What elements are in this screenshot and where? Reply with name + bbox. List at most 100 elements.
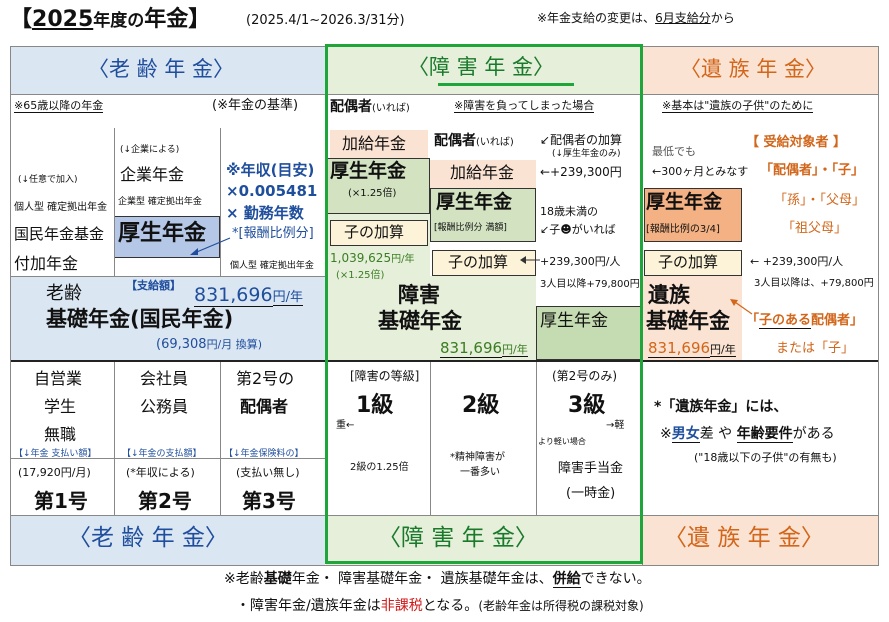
right-ko-amount: ← +239,300円/人 [750,255,844,268]
target-1: 「配偶者」・「子」 [760,163,865,178]
income-years: × 勤務年数 [226,204,304,222]
survivor-months: ←300ヶ月とみなす [652,165,749,178]
target-title: 【 受給対象者 】 [746,135,847,150]
grade-1-note: 2級の1.25倍 [350,462,409,473]
right-ko-amount-2: 3人目以降は、+79,800円 [754,278,874,289]
income-ratio: *[報酬比例分] [232,226,314,241]
heavy-label: 重← [336,420,355,431]
cat1-l3: 無職 [44,425,77,444]
right-kosei: 厚生年金 [646,191,723,213]
amount-a: 1,039,625円/年 [330,251,415,265]
pay-amount: 831,696円/年 [194,284,303,307]
disability-basic-l2: 基礎年金 [378,309,462,333]
arrow-left-icon [520,256,540,264]
cat1-num: 第1号 [34,489,88,513]
col1-note: (↓任意で加入) [18,175,78,185]
income-factor: ×0.005481 [226,182,318,200]
income-label: ※年収(目安) [226,161,315,179]
spouse-label: 配偶者(いれば) [330,99,410,115]
child-l2: ↙子☻がいれば [540,223,616,236]
spouse2-label: 配偶者(いれば) [434,133,514,149]
title-note: ※年金支給の変更は、6月支給分から [537,11,735,25]
eligibility-l1: *「遺族年金」には、 [654,399,788,415]
header-disability: 〈障 害 年 金〉 [408,55,555,79]
page-title: 【2025年度の年金】 [10,7,211,32]
footer-note-2: ・障害年金/遺族年金は非課税となる。(老齢年金は所得税の課税対象) [236,598,644,614]
ko-kasan-b: 子の加算 [448,253,509,271]
footer-survivor: 〈遺 族 年 金〉 [664,525,824,551]
right-ko-kasan: 子の加算 [658,253,719,271]
left-sub-note: ※65歳以降の年金 [14,99,104,114]
teate-note: (一時金) [566,486,616,501]
child-l1: 18歳未満の [540,205,598,218]
child-amount-2: 3人目以降+79,800円 [540,279,640,290]
col2-r1: 企業年金 [120,165,185,184]
cat1-pay-label: 【↓年金 支払い額】 [14,449,97,459]
cat2-pay-label: 【↓年金の支払額】 [122,449,202,459]
kakyu-a: 加給年金 [342,134,407,153]
disability-basic-l1: 障害 [398,283,440,307]
disability-note: ※障害を負ってしまった場合 [454,99,595,114]
grade-2: 2級 [462,393,500,418]
col1-r3: 付加年金 [14,254,79,273]
grade-2-note-l2: 一番多い [460,467,500,478]
ko-kasan-a: 子の加算 [344,223,405,241]
header-survivor: 〈遺 族 年 金〉 [680,57,827,81]
footer-old-age: 〈老 齢 年 金〉 [68,525,228,551]
title-period: (2025.4/1~2026.3/31分) [246,13,405,28]
kosei-a: 厚生年金 [330,160,407,182]
cat3-l1: 第2号の [236,369,295,388]
kosei-b: 厚生年金 [436,191,513,213]
cat3-l2: 配偶者 [240,397,289,416]
col1-r1: 個人型 確定拠出年金 [14,202,108,213]
col2-r2: 企業型 確定拠出年金 [118,197,202,207]
amount-a-note: (×1.25倍) [336,270,385,281]
teate: 障害手当金 [558,461,624,476]
survivor-note: ※基本は"遺族の子供"のために [662,99,814,114]
kosei-a-note: (×1.25倍) [348,188,397,199]
grade-label: [障害の等級] [350,369,420,383]
grade-2-note-l1: *精神障害が [450,452,505,463]
survivor-lowest: 最低でも [652,145,696,158]
kosei-c: 厚生年金 [540,311,608,331]
basic-old-age-l1: 老齢 [46,283,82,304]
month-amount: (69,308円/月 換算) [156,337,263,352]
child-amount: +239,300円/人 [540,255,621,268]
header-old-age: 〈老 齢 年 金〉 [88,57,235,81]
header-disability-underline [438,83,574,86]
col1-r2: 国民年金基金 [14,225,105,243]
grade-3: 3級 [568,393,606,418]
basic-old-age-l2: 基礎年金(国民年金) [46,307,234,331]
cat2-l1: 会社員 [140,369,189,388]
kakyu-b: 加給年金 [450,163,515,182]
footer-note-1: ※老齢基礎年金・ 障害基礎年金・ 遺族基礎年金は、併給できない。 [224,571,651,588]
disability-amount: 831,696円/年 [440,339,528,358]
col2-note: (↓企業による) [120,145,180,155]
cat3-num: 第3号 [242,489,296,513]
lighter-label: より軽い場合 [538,437,586,446]
cat1-l1: 自営業 [34,369,83,388]
spouse-kakyu-amount: ←+239,300円 [540,165,622,179]
spouse-kakyu-note: (↓厚生年金のみ) [552,149,621,159]
col3-bottom: 個人型 確定拠出年金 [230,261,314,271]
cat3-pay-label: 【↓年金保険料の】 [224,449,304,459]
cat2-l2: 公務員 [140,397,189,416]
kosei-b-note: [報酬比例分 満額] [434,223,507,233]
cat1-pay-val: (17,920円/月) [18,466,91,479]
left-basis: (※年金の基準) [212,98,299,113]
eligibility-l3: ("18歳以下の子供"の有無も) [694,451,837,464]
survivor-basic-l1: 遺族 [648,283,690,307]
arrow-left-icon [730,299,753,315]
cat1-l2: 学生 [44,397,77,416]
grade-3-note: (第2号のみ) [552,369,617,383]
child-face-icon: ☻ [560,223,572,236]
spouse-kakyu-title: ↙配偶者の加算 [540,133,623,147]
has-child-spouse: 「子のある配偶者」 [746,313,864,329]
eligibility-l2: ※男女差 や 年齢要件がある [660,426,835,443]
footer-disability: 〈障 害 年 金〉 [378,525,538,551]
cat2-num: 第2号 [138,489,192,513]
grade-1: 1級 [356,393,394,418]
right-kosei-note: [報酬比例の3/4] [646,224,720,235]
survivor-amount: 831,696円/年 [648,339,736,358]
cat3-pay-val: (支払い無し) [236,466,300,479]
